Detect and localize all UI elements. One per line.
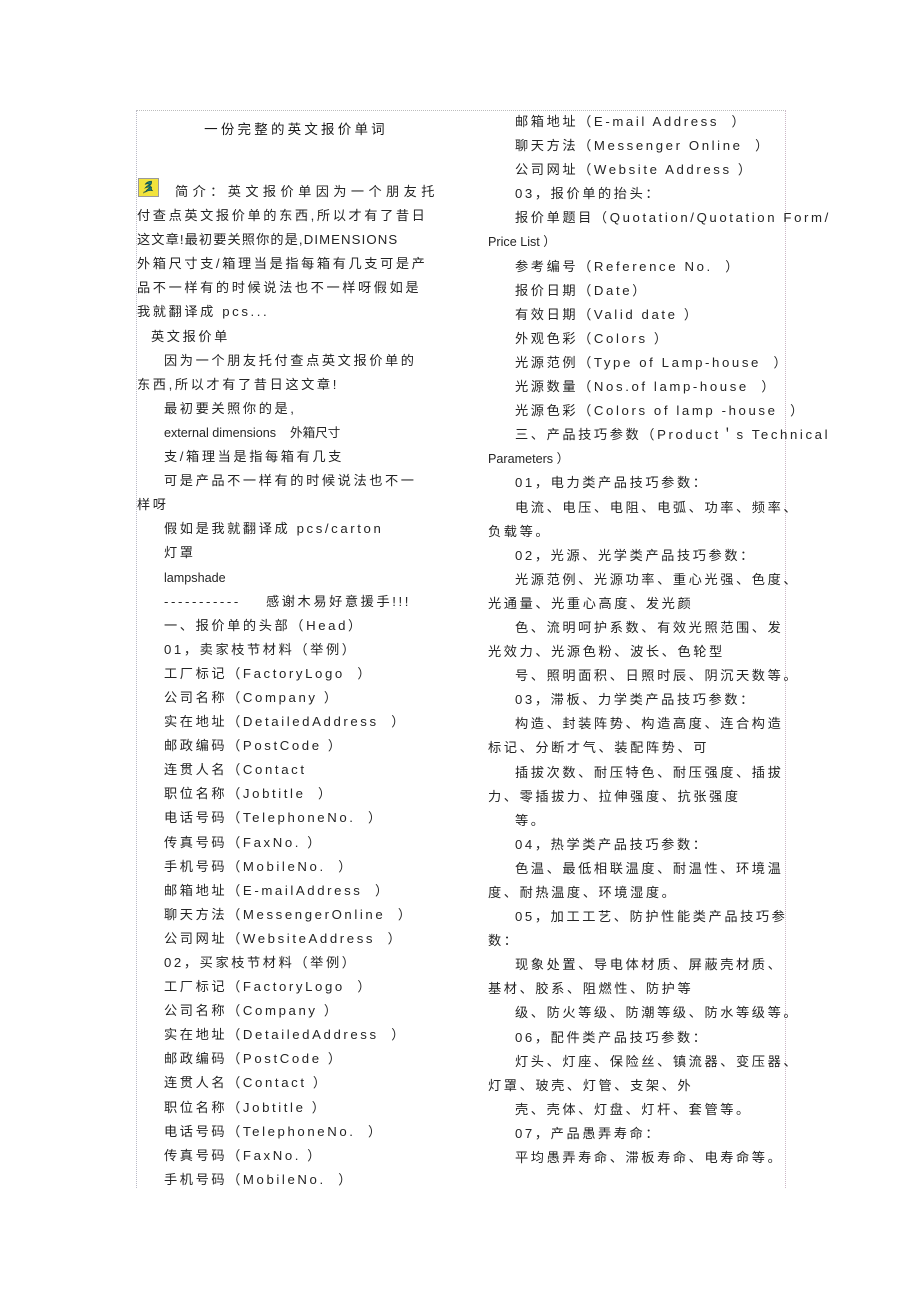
text-line: 邮箱地址（E-mailAddress ） [164,882,391,898]
text-line: 光源数量（Nos.of lamp-house ） [515,379,778,395]
line-spacer [137,110,453,180]
text-line: 色温、最低相联温度、耐温性、环境温 [515,860,784,876]
text-line: 简介：英文报价单因为一个朋友托 [175,184,439,199]
text-line: 电流、电压、电阻、电弧、功率、频率、 [515,499,800,515]
text-line: 样呀 [137,497,169,513]
text-line: 色、流明呵护系数、有效光照范围、发 [515,619,784,635]
text-line: 邮政编码（PostCode ） [164,738,344,754]
text-line: 02，光源、光学类产品技巧参数： [515,547,756,563]
text-line: 实在地址（DetailedAddress ） [164,714,408,730]
text-line: 聊天方法（MessengerOnline ） [164,906,414,922]
text-line: 电话号码（TelephoneNo. ） [164,810,384,826]
text-line: 公司网址（Website Address ） [515,162,754,178]
text-line: 邮政编码（PostCode ） [164,1051,344,1067]
text-line: 插拔次数、耐压特色、耐压强度、插拔 [515,764,784,780]
text-line: 07，产品愚弄寿命： [515,1125,662,1141]
text-line: 职位名称（Jobtitle ） [164,1099,328,1115]
text-line: 03，报价单的抬头： [515,186,662,202]
text-line: 号、照明面积、日照时辰、阴沉天数等。 [515,668,800,684]
text-line: 数： [488,933,520,949]
text-line: 职位名称（Jobtitle ） [164,786,334,802]
text-line: 光通量、光重心高度、发光颜 [488,595,694,611]
text-line: 付查点英文报价单的东西,所以才有了昔日 [137,208,428,224]
text-line: 力、零插拔力、拉伸强度、抗张强度 [488,788,741,804]
text-line: 传真号码（FaxNo. ） [164,1147,324,1163]
text-line: 有效日期（Valid date ） [515,306,700,322]
text-line: Parameters ） [488,452,570,467]
text-line: 壳、壳体、灯盘、灯杆、套管等。 [515,1101,752,1117]
text-line: 连贯人名（Contact [164,762,307,778]
text-line: ----------- 感谢木易好意援手!!! [164,593,412,609]
text-line: 02，买家枝节材料（举例） [164,955,358,970]
text-line: 支/箱理当是指每箱有几支 [164,449,344,465]
right-text-column: 邮箱地址（E-mail Address ） 聊天方法（Messenger Onli… [488,110,831,1170]
text-line: 光效力、光源色粉、波长、色轮型 [488,644,725,660]
text-line: 我就翻译成 pcs... [137,304,270,320]
text-line: 04，热学类产品技巧参数： [515,836,709,852]
text-line: 光源范例、光源功率、重心光强、色度、 [515,571,800,587]
document-page: 一份完整的英文报价单词 简介：英文报价单因为一个朋友托 付查点英文报价单的东西,所… [0,0,920,1303]
text-line: Price List ） [488,235,556,250]
text-line: 灯罩 [164,545,196,561]
text-line: 因为一个朋友托付查点英文报价单的 [164,352,417,368]
text-line: 假如是我就翻译成 pcs/carton [164,521,384,537]
text-line: 连贯人名（Contact ） [164,1075,329,1091]
text-line: 手机号码（MobileNo. ） [164,1171,355,1187]
text-line: 标记、分断才气、装配阵势、可 [488,740,710,756]
text-line: 01，电力类产品技巧参数： [515,475,709,491]
text-line: 传真号码（FaxNo. ） [164,834,324,850]
text-line: 灯头、灯座、保险丝、镇流器、变压器、 [515,1053,800,1069]
text-line: 03，滞板、力学类产品技巧参数： [515,692,756,708]
text-line: 公司名称（Company ） [164,689,340,705]
left-text-column: 简介：英文报价单因为一个朋友托付查点英文报价单的东西,所以才有了昔日 这文章!最初… [137,110,453,1192]
text-line: 电话号码（TelephoneNo. ） [164,1123,384,1139]
text-line: 聊天方法（Messenger Online ） [515,138,771,154]
text-line: 构造、封装阵势、构造高度、连合构造 [515,716,784,732]
text-line: 报价日期（Date） [515,282,648,298]
text-line: 东西,所以才有了昔日这文章! [137,376,339,392]
text-line: external dimensions 外箱尺寸 [164,425,341,440]
text-line: 等。 [515,812,547,828]
text-line: 实在地址（DetailedAddress ） [164,1027,408,1043]
text-line: 光源范例（Type of Lamp-house ） [515,354,790,370]
text-line: 三、产品技巧参数（Product＇s Technical [515,427,831,443]
text-line: 06，配件类产品技巧参数： [515,1029,709,1045]
text-line: 外箱尺寸支/箱理当是指每箱有几支可是产 [137,256,428,272]
text-line: 平均愚弄寿命、滞板寿命、电寿命等。 [515,1150,784,1166]
text-line: lampshade [164,570,226,585]
text-line: 一、报价单的头部（Head） [164,617,364,633]
text-line: 英文报价单 [151,328,230,344]
text-line: 最初要关照你的是, [164,400,297,416]
text-line: 外观色彩（Colors ） [515,330,670,346]
text-line: 01，卖家枝节材料（举例） [164,641,358,657]
text-line: 级、防火等级、防潮等级、防水等级等。 [515,1005,800,1021]
text-line: 参考编号（Reference No. ） [515,258,742,274]
text-line: 工厂标记（FactoryLogo ） [164,979,374,995]
text-line: 负载等。 [488,523,552,539]
text-line: 邮箱地址（E-mail Address ） [515,114,748,129]
text-line: 05，加工工艺、防护性能类产品技巧参 [515,909,788,925]
text-line: 工厂标记（FactoryLogo ） [164,665,374,681]
text-line: 品不一样有的时候说法也不一样呀假如是 [137,280,422,296]
text-line: 度、耐热温度、环境湿度。 [488,885,678,900]
text-line: 灯罩、玻壳、灯管、支架、外 [488,1077,694,1093]
text-line: 手机号码（MobileNo. ） [164,858,355,874]
text-line: 可是产品不一样有的时候说法也不一 [164,473,417,489]
text-line: 公司网址（WebsiteAddress ） [164,930,404,946]
text-line: 现象处置、导电体材质、屏蔽壳材质、 [515,957,784,973]
text-line: 报价单题目（Quotation/Quotation Form/ [515,210,831,226]
text-line: 公司名称（Company ） [164,1003,340,1019]
text-line: 基材、胶系、阻燃性、防护等 [488,981,694,997]
text-line: 这文章!最初要关照你的是,DIMENSIONS [137,232,399,248]
text-line: 光源色彩（Colors of lamp -house ） [515,403,806,419]
